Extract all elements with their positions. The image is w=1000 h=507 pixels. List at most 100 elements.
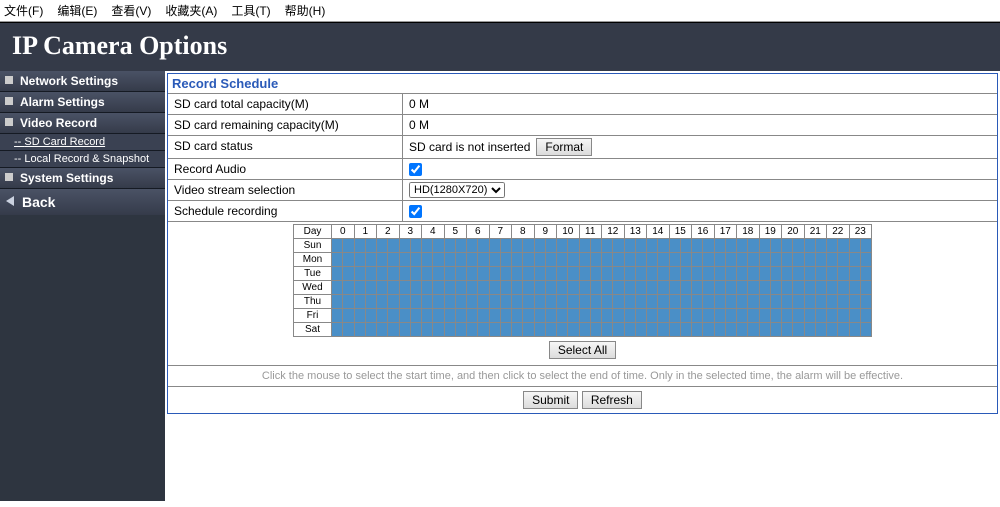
schedule-slot[interactable]	[557, 253, 568, 267]
schedule-slot[interactable]	[770, 281, 781, 295]
schedule-slot[interactable]	[410, 323, 421, 337]
schedule-slot[interactable]	[455, 309, 466, 323]
schedule-slot[interactable]	[635, 239, 646, 253]
schedule-slot[interactable]	[827, 267, 838, 281]
schedule-slot[interactable]	[467, 239, 478, 253]
schedule-slot[interactable]	[545, 267, 556, 281]
schedule-slot[interactable]	[714, 323, 725, 337]
schedule-slot[interactable]	[602, 253, 613, 267]
schedule-slot[interactable]	[332, 295, 343, 309]
schedule-slot[interactable]	[410, 253, 421, 267]
schedule-slot[interactable]	[545, 253, 556, 267]
schedule-slot[interactable]	[860, 323, 871, 337]
schedule-slot[interactable]	[602, 309, 613, 323]
schedule-slot[interactable]	[557, 295, 568, 309]
schedule-slot[interactable]	[703, 253, 714, 267]
schedule-slot[interactable]	[793, 267, 804, 281]
schedule-slot[interactable]	[770, 309, 781, 323]
schedule-slot[interactable]	[332, 323, 343, 337]
menu-item[interactable]: 文件(F)	[4, 4, 43, 18]
schedule-slot[interactable]	[410, 267, 421, 281]
schedule-slot[interactable]	[849, 239, 860, 253]
schedule-slot[interactable]	[613, 295, 624, 309]
schedule-slot[interactable]	[478, 267, 489, 281]
schedule-slot[interactable]	[669, 253, 680, 267]
schedule-slot[interactable]	[478, 281, 489, 295]
schedule-slot[interactable]	[579, 295, 590, 309]
schedule-slot[interactable]	[860, 267, 871, 281]
schedule-slot[interactable]	[692, 323, 703, 337]
schedule-slot[interactable]	[444, 267, 455, 281]
schedule-slot[interactable]	[590, 267, 601, 281]
schedule-slot[interactable]	[793, 281, 804, 295]
schedule-slot[interactable]	[557, 281, 568, 295]
schedule-slot[interactable]	[590, 309, 601, 323]
schedule-slot[interactable]	[568, 253, 579, 267]
schedule-slot[interactable]	[669, 239, 680, 253]
schedule-slot[interactable]	[714, 267, 725, 281]
schedule-slot[interactable]	[332, 281, 343, 295]
schedule-slot[interactable]	[590, 239, 601, 253]
schedule-slot[interactable]	[478, 253, 489, 267]
schedule-slot[interactable]	[635, 253, 646, 267]
menu-item[interactable]: 编辑(E)	[57, 4, 97, 18]
schedule-slot[interactable]	[804, 253, 815, 267]
schedule-slot[interactable]	[388, 267, 399, 281]
record-audio-checkbox[interactable]	[409, 163, 422, 176]
schedule-slot[interactable]	[365, 309, 376, 323]
schedule-slot[interactable]	[545, 309, 556, 323]
schedule-slot[interactable]	[354, 239, 365, 253]
schedule-slot[interactable]	[770, 295, 781, 309]
schedule-slot[interactable]	[838, 281, 849, 295]
sidebar-subitem[interactable]: -- Local Record & Snapshot	[0, 151, 165, 168]
schedule-slot[interactable]	[725, 281, 736, 295]
schedule-slot[interactable]	[399, 281, 410, 295]
schedule-slot[interactable]	[692, 253, 703, 267]
sidebar-item[interactable]: Alarm Settings	[0, 92, 165, 113]
schedule-slot[interactable]	[680, 267, 691, 281]
schedule-slot[interactable]	[714, 239, 725, 253]
schedule-slot[interactable]	[478, 323, 489, 337]
schedule-slot[interactable]	[635, 267, 646, 281]
schedule-slot[interactable]	[534, 281, 545, 295]
schedule-slot[interactable]	[354, 323, 365, 337]
schedule-slot[interactable]	[377, 267, 388, 281]
schedule-slot[interactable]	[500, 295, 511, 309]
schedule-slot[interactable]	[703, 309, 714, 323]
schedule-slot[interactable]	[725, 239, 736, 253]
schedule-slot[interactable]	[748, 295, 759, 309]
schedule-slot[interactable]	[433, 253, 444, 267]
schedule-slot[interactable]	[827, 281, 838, 295]
schedule-slot[interactable]	[782, 253, 793, 267]
schedule-slot[interactable]	[388, 323, 399, 337]
schedule-slot[interactable]	[388, 239, 399, 253]
schedule-slot[interactable]	[557, 323, 568, 337]
schedule-slot[interactable]	[838, 323, 849, 337]
schedule-slot[interactable]	[669, 323, 680, 337]
schedule-slot[interactable]	[815, 281, 826, 295]
schedule-slot[interactable]	[444, 239, 455, 253]
schedule-slot[interactable]	[714, 253, 725, 267]
stream-select[interactable]: HD(1280X720)	[409, 182, 505, 198]
schedule-slot[interactable]	[568, 267, 579, 281]
submit-button[interactable]: Submit	[523, 391, 578, 409]
schedule-slot[interactable]	[815, 309, 826, 323]
schedule-slot[interactable]	[534, 239, 545, 253]
schedule-slot[interactable]	[455, 295, 466, 309]
schedule-slot[interactable]	[332, 239, 343, 253]
schedule-slot[interactable]	[590, 295, 601, 309]
schedule-slot[interactable]	[343, 309, 354, 323]
schedule-slot[interactable]	[399, 239, 410, 253]
schedule-slot[interactable]	[433, 323, 444, 337]
schedule-slot[interactable]	[737, 309, 748, 323]
schedule-slot[interactable]	[467, 309, 478, 323]
schedule-slot[interactable]	[782, 309, 793, 323]
schedule-slot[interactable]	[770, 267, 781, 281]
schedule-slot[interactable]	[714, 295, 725, 309]
schedule-slot[interactable]	[512, 267, 523, 281]
schedule-slot[interactable]	[804, 295, 815, 309]
schedule-slot[interactable]	[444, 253, 455, 267]
schedule-slot[interactable]	[692, 239, 703, 253]
schedule-slot[interactable]	[455, 267, 466, 281]
schedule-slot[interactable]	[680, 281, 691, 295]
